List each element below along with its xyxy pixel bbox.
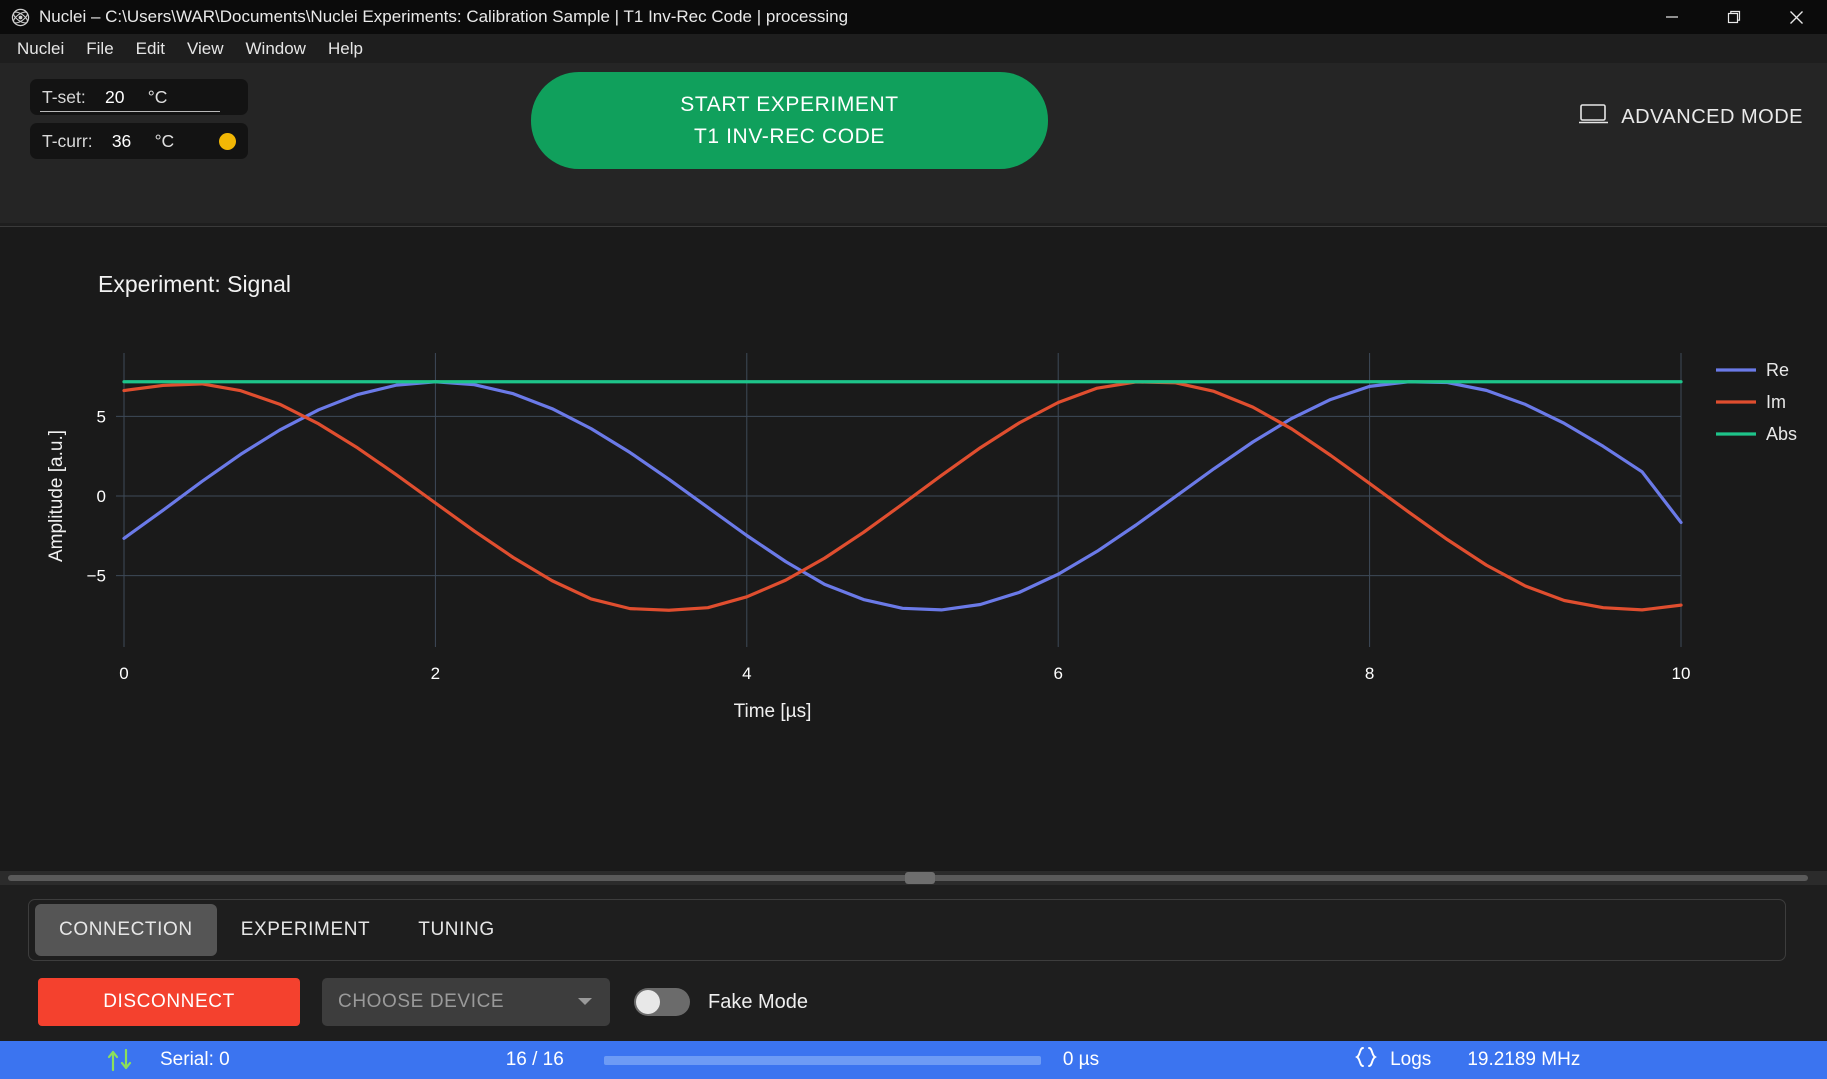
temperature-status-indicator bbox=[219, 132, 236, 150]
fake-mode-toggle[interactable] bbox=[634, 988, 690, 1016]
menu-item-nuclei[interactable]: Nuclei bbox=[8, 37, 73, 61]
y-tick-label: 0 bbox=[97, 487, 106, 506]
frequency-readout: 19.2189 MHz bbox=[1467, 1049, 1581, 1070]
plot-panel: Experiment: Signal 0 2 4 6 8 10 −5 0 5 Time [µs] A… bbox=[0, 226, 1827, 871]
temperature-panel: T-set: 20 °C T-curr: 36 °C bbox=[30, 79, 248, 167]
frame-counter: 16 / 16 bbox=[505, 1049, 564, 1070]
x-tick-label: 10 bbox=[1672, 664, 1691, 683]
legend-label-abs: Abs bbox=[1766, 424, 1797, 444]
start-experiment-line2: T1 INV-REC CODE bbox=[693, 124, 886, 148]
y-tick-label: 5 bbox=[97, 407, 106, 426]
advanced-mode-button[interactable]: ADVANCED MODE bbox=[1579, 103, 1803, 131]
title-bar: Nuclei – C:\Users\WAR\Documents\Nuclei E… bbox=[0, 0, 1827, 34]
t-set-label: T-set: bbox=[42, 86, 86, 107]
progress-bar bbox=[603, 1055, 1041, 1065]
plot-scrollbar-thumb[interactable] bbox=[905, 872, 935, 884]
bottom-tab-group: CONNECTION EXPERIMENT TUNING bbox=[28, 899, 1786, 961]
start-experiment-button[interactable]: START EXPERIMENT T1 INV-REC CODE bbox=[531, 72, 1048, 169]
logs-label: Logs bbox=[1390, 1049, 1432, 1070]
device-select-dropdown[interactable]: CHOOSE DEVICE bbox=[322, 978, 610, 1026]
top-control-band: T-set: 20 °C T-curr: 36 °C START EXPERIM… bbox=[0, 63, 1827, 281]
t-set-value[interactable]: 20 bbox=[94, 87, 136, 108]
tab-connection[interactable]: CONNECTION bbox=[35, 904, 217, 956]
x-tick-label: 6 bbox=[1053, 664, 1062, 683]
t-set-underline bbox=[40, 111, 220, 112]
t-curr-label: T-curr: bbox=[42, 130, 93, 151]
plot-horizontal-scrollbar[interactable] bbox=[0, 871, 1827, 885]
tab-experiment[interactable]: EXPERIMENT bbox=[217, 904, 395, 956]
window-controls bbox=[1641, 0, 1827, 34]
x-axis-label: Time [µs] bbox=[734, 701, 812, 722]
temperature-current-row: T-curr: 36 °C bbox=[30, 123, 248, 159]
device-select-value: CHOOSE DEVICE bbox=[338, 991, 505, 1012]
legend-label-re: Re bbox=[1766, 360, 1789, 380]
window-title: Nuclei – C:\Users\WAR\Documents\Nuclei E… bbox=[39, 7, 849, 26]
x-tick-label: 0 bbox=[119, 664, 128, 683]
menu-item-help[interactable]: Help bbox=[319, 37, 372, 61]
y-tick-label: −5 bbox=[87, 567, 106, 586]
fake-mode-label: Fake Mode bbox=[708, 990, 809, 1013]
close-icon[interactable] bbox=[1765, 0, 1827, 34]
logs-button[interactable]: Logs bbox=[1353, 1045, 1431, 1075]
x-tick-label: 2 bbox=[431, 664, 440, 683]
up-down-arrows-icon bbox=[104, 1048, 138, 1072]
tab-tuning[interactable]: TUNING bbox=[394, 904, 518, 956]
menu-item-window[interactable]: Window bbox=[237, 37, 315, 61]
legend-label-im: Im bbox=[1766, 392, 1786, 412]
menu-item-file[interactable]: File bbox=[77, 37, 122, 61]
elapsed-time: 0 µs bbox=[1062, 1049, 1100, 1070]
signal-chart[interactable]: 0 2 4 6 8 10 −5 0 5 Time [µs] Amplitude [a.u.] Re Im… bbox=[0, 227, 1827, 872]
fake-mode-toggle-knob bbox=[636, 990, 660, 1014]
maximize-icon[interactable] bbox=[1703, 0, 1765, 34]
disconnect-button[interactable]: DISCONNECT bbox=[38, 978, 300, 1026]
t-curr-value: 36 bbox=[111, 130, 132, 151]
menu-item-edit[interactable]: Edit bbox=[127, 37, 174, 61]
start-experiment-line1: START EXPERIMENT bbox=[680, 92, 899, 116]
x-tick-label: 4 bbox=[742, 664, 751, 683]
status-bar: Serial: 0 16 / 16 0 µs Logs 19.2189 MHz bbox=[0, 1041, 1827, 1079]
bottom-panel: CONNECTION EXPERIMENT TUNING DISCONNECT … bbox=[0, 885, 1827, 1041]
advanced-mode-label: ADVANCED MODE bbox=[1621, 105, 1803, 128]
menu-bar: Nuclei File Edit View Window Help bbox=[0, 34, 1827, 63]
connection-controls: DISCONNECT CHOOSE DEVICE Fake Mode bbox=[38, 978, 808, 1026]
chevron-down-icon bbox=[576, 991, 594, 1013]
y-axis-label: Amplitude [a.u.] bbox=[46, 430, 67, 562]
serial-status: Serial: 0 bbox=[160, 1049, 230, 1070]
t-set-unit: °C bbox=[147, 86, 168, 107]
braces-icon bbox=[1353, 1045, 1379, 1075]
monitor-icon bbox=[1579, 103, 1609, 131]
x-tick-label: 8 bbox=[1365, 664, 1374, 683]
menu-item-view[interactable]: View bbox=[178, 37, 233, 61]
temperature-set-field[interactable]: T-set: 20 °C bbox=[30, 79, 248, 115]
minimize-icon[interactable] bbox=[1641, 0, 1703, 34]
t-curr-unit: °C bbox=[154, 130, 175, 151]
nuclei-app-icon bbox=[10, 7, 30, 27]
